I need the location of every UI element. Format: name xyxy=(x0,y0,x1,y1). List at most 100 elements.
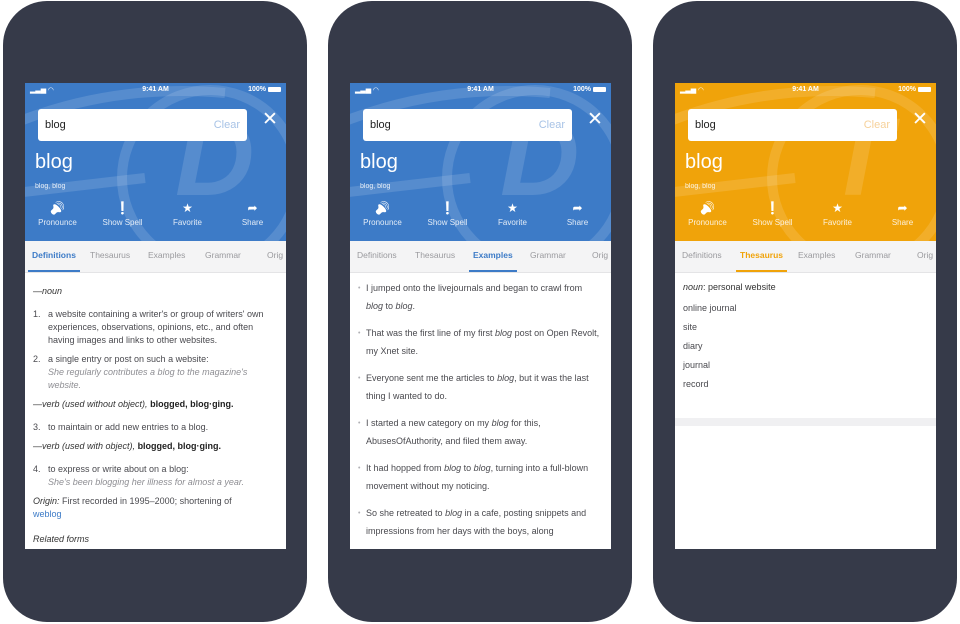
speaker-icon: 🔊 xyxy=(700,201,715,215)
close-icon[interactable]: ✕ xyxy=(912,110,928,130)
action-label: Show Spell xyxy=(427,218,468,227)
tab-thesaurus[interactable]: Thesaurus xyxy=(90,250,130,260)
star-icon: ★ xyxy=(507,201,518,215)
tab-examples[interactable]: Examples xyxy=(148,250,185,260)
example-sentence: That was the first line of my first blog… xyxy=(358,325,601,360)
example-text: So she retreated to xyxy=(366,508,446,518)
battery: 100% xyxy=(573,86,606,93)
thesaurus-list: noun: personal website online journal site… xyxy=(675,274,936,394)
synonym-item[interactable]: diary xyxy=(683,337,928,356)
action-label: Pronounce xyxy=(688,218,727,227)
tab-grammar[interactable]: Grammar xyxy=(855,250,891,260)
definition-items: 1. a website containing a writer's or gro… xyxy=(33,308,278,392)
word-header: D ▂▃▅ ◠ 9:41 AM 100% blog Clear ✕ blog blog, blo… xyxy=(350,83,611,241)
tab-grammar[interactable]: Grammar xyxy=(530,250,566,260)
definition-number: 4. xyxy=(33,464,41,474)
battery-icon xyxy=(918,87,931,92)
exclamation-icon: ❗ xyxy=(765,201,780,215)
definition-text: a single entry or post on such a website… xyxy=(48,354,209,364)
clear-button[interactable]: Clear xyxy=(864,119,890,131)
action-favorite[interactable]: ★ Favorite xyxy=(480,201,545,227)
action-label: Share xyxy=(241,218,264,227)
action-favorite[interactable]: ★ Favorite xyxy=(155,201,220,227)
section-divider xyxy=(675,418,936,426)
tab-examples[interactable]: Examples xyxy=(798,250,835,260)
definition-item: 1. a website containing a writer's or gro… xyxy=(33,308,278,347)
synonym-item[interactable]: site xyxy=(683,318,928,337)
share-icon: ➦ xyxy=(897,201,908,215)
definition-item: 2. a single entry or post on such a websi… xyxy=(33,353,278,392)
action-label: Share xyxy=(566,218,589,227)
inflected-forms: blogged, blog·ging. xyxy=(150,399,234,409)
clear-button[interactable]: Clear xyxy=(214,119,240,131)
tab-grammar[interactable]: Grammar xyxy=(205,250,241,260)
action-label: Favorite xyxy=(823,218,852,227)
definitions-list: —noun 1. a website containing a writer's o… xyxy=(25,274,286,546)
action-share[interactable]: ➦ Share xyxy=(220,201,285,227)
status-bar: ▂▃▅ ◠ 9:41 AM 100% xyxy=(675,86,936,96)
synonym-item[interactable]: journal xyxy=(683,356,928,375)
highlighted-word: blog xyxy=(473,463,491,473)
phone-frame: T ▂▃▅ ◠ 9:41 AM 100% blog Clear ✕ blog blog, blo… xyxy=(653,1,957,622)
origin-text: First recorded in 1995–2000; shortening … xyxy=(62,496,232,506)
action-show-spell[interactable]: ❗ Show Spell xyxy=(740,201,805,227)
tab-thesaurus[interactable]: Thesaurus xyxy=(736,250,787,272)
highlighted-word: blog xyxy=(395,300,413,311)
action-show-spell[interactable]: ❗ Show Spell xyxy=(90,201,155,227)
search-query[interactable]: blog xyxy=(695,119,864,131)
tab-orig[interactable]: Orig xyxy=(917,250,933,260)
action-label: Show Spell xyxy=(102,218,143,227)
tab-definitions[interactable]: Definitions xyxy=(682,250,722,260)
definition-items: 4. to express or write about on a blog: Sh… xyxy=(33,463,278,489)
tab-orig[interactable]: Orig xyxy=(267,250,283,260)
close-icon[interactable]: ✕ xyxy=(587,110,603,130)
search-input[interactable]: blog Clear xyxy=(38,109,247,141)
action-show-spell[interactable]: ❗ Show Spell xyxy=(415,201,480,227)
action-pronounce[interactable]: 🔊 Pronounce xyxy=(350,201,415,227)
share-icon: ➦ xyxy=(572,201,583,215)
tab-orig[interactable]: Orig xyxy=(592,250,608,260)
part-of-speech: —verb (used without object), blogged, bl… xyxy=(33,398,278,411)
definition-text: to express or write about on a blog: xyxy=(48,464,189,474)
status-bar: ▂▃▅ ◠ 9:41 AM 100% xyxy=(350,86,611,96)
action-bar: 🔊 Pronounce ❗ Show Spell ★ Favorite ➦ Share xyxy=(675,201,936,227)
synonym-item[interactable]: record xyxy=(683,375,928,394)
clear-button[interactable]: Clear xyxy=(539,119,565,131)
phone-frame: D ▂▃▅ ◠ 9:41 AM 100% blog Clear ✕ blog blog, blo… xyxy=(328,1,632,622)
tab-content: —noun 1. a website containing a writer's o… xyxy=(25,274,286,549)
weblog-link[interactable]: weblog xyxy=(33,509,62,519)
tab-definitions[interactable]: Definitions xyxy=(28,250,80,272)
action-share[interactable]: ➦ Share xyxy=(870,201,935,227)
action-label: Favorite xyxy=(498,218,527,227)
examples-list: I jumped onto the livejournals and began… xyxy=(350,274,611,540)
action-pronounce[interactable]: 🔊 Pronounce xyxy=(25,201,90,227)
tab-bar: Definitions Thesaurus Examples Grammar Orig xyxy=(25,241,286,273)
related-forms: Related forms xyxy=(33,534,90,544)
sense-heading: noun: personal website xyxy=(683,281,928,294)
battery-icon xyxy=(593,87,606,92)
action-pronounce[interactable]: 🔊 Pronounce xyxy=(675,201,740,227)
highlighted-word: blog xyxy=(444,463,462,473)
tab-definitions[interactable]: Definitions xyxy=(357,250,397,260)
action-share[interactable]: ➦ Share xyxy=(545,201,610,227)
search-query[interactable]: blog xyxy=(45,119,214,131)
highlighted-word: blog xyxy=(445,508,463,518)
action-label: Pronounce xyxy=(38,218,77,227)
search-input[interactable]: blog Clear xyxy=(688,109,897,141)
action-favorite[interactable]: ★ Favorite xyxy=(805,201,870,227)
battery-percent: 100% xyxy=(573,86,591,93)
tab-content: I jumped onto the livejournals and began… xyxy=(350,274,611,549)
close-icon[interactable]: ✕ xyxy=(262,110,278,130)
part-of-speech: —verb (used with object), blogged, blog·… xyxy=(33,440,278,453)
definition-number: 1. xyxy=(33,309,41,319)
action-label: Favorite xyxy=(173,218,202,227)
word-title: blog xyxy=(685,151,723,173)
tab-examples[interactable]: Examples xyxy=(469,250,517,272)
search-input[interactable]: blog Clear xyxy=(363,109,572,141)
example-text: . xyxy=(412,300,416,311)
search-query[interactable]: blog xyxy=(370,119,539,131)
highlighted-word: blog xyxy=(491,418,509,428)
synonym-item[interactable]: online journal xyxy=(683,299,928,318)
pronunciation: blog, blog xyxy=(360,183,391,190)
tab-thesaurus[interactable]: Thesaurus xyxy=(415,250,455,260)
